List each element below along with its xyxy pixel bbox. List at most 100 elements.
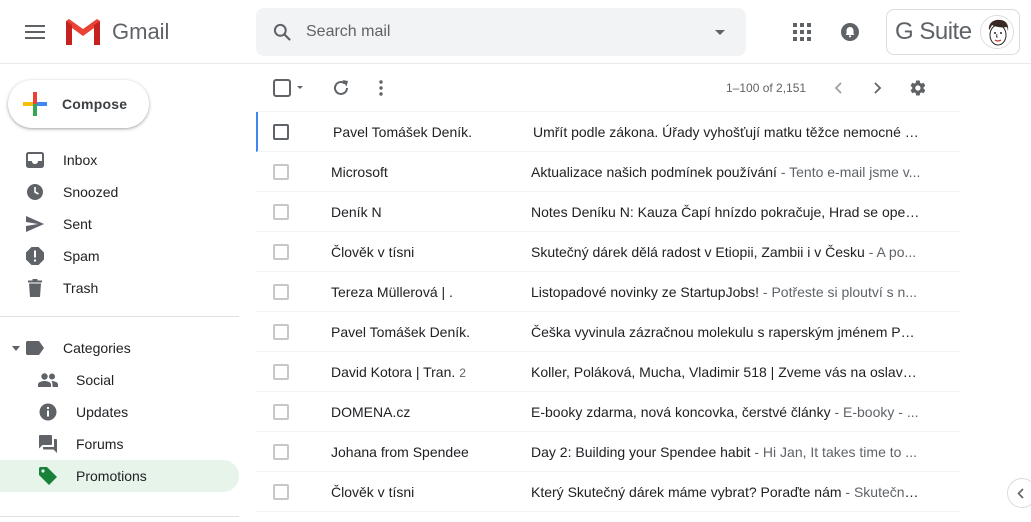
tag-icon — [39, 467, 57, 485]
email-subject: Day 2: Building your Spendee habit — [531, 444, 751, 460]
row-checkbox[interactable] — [273, 124, 289, 140]
email-sender: Microsoft — [331, 164, 516, 180]
search-input[interactable] — [306, 23, 700, 41]
email-row[interactable]: Pavel Tomášek Deník. Umřít podle zákona.… — [256, 112, 960, 152]
email-sender: Člověk v tísni — [331, 244, 516, 260]
email-row[interactable]: Člověk v tísni Který Skutečný dárek máme… — [256, 472, 960, 512]
people-icon — [38, 373, 58, 387]
email-snippet: - Skutečný... — [841, 484, 921, 500]
sidebar-item-updates[interactable]: Updates — [0, 396, 239, 428]
email-row[interactable]: Tereza Müllerová | . Listopadové novinky… — [256, 272, 960, 312]
more-actions-button[interactable] — [361, 68, 401, 108]
email-preview: Aktualizace našich podmínek používání - … — [531, 164, 921, 180]
email-row[interactable]: DOMENA.cz E-booky zdarma, nová koncovka,… — [256, 392, 960, 432]
email-row[interactable]: Deník N Notes Deníku N: Kauza Čapí hnízd… — [256, 192, 960, 232]
row-checkbox[interactable] — [273, 484, 289, 500]
sidebar-item-sent[interactable]: Sent — [0, 208, 239, 240]
select-all-checkbox[interactable] — [268, 68, 308, 108]
sidebar-item-inbox[interactable]: Inbox — [0, 144, 239, 176]
gsuite-account-chip[interactable]: G Suite — [886, 9, 1020, 55]
user-avatar[interactable] — [980, 15, 1014, 49]
sender-name: Člověk v tísni — [331, 484, 415, 500]
gmail-logo[interactable]: Gmail — [64, 16, 169, 48]
side-panel-toggle[interactable] — [1007, 478, 1031, 508]
main-menu-button[interactable] — [15, 12, 55, 52]
gmail-m-icon — [66, 19, 100, 45]
email-sender: Tereza Müllerová | . — [331, 284, 516, 300]
email-sender: Člověk v tísni — [331, 484, 516, 500]
clock-icon — [27, 184, 43, 200]
tag-icon-wrap — [38, 466, 58, 486]
app-header: Gmail G Suite — [0, 0, 1031, 64]
email-row[interactable]: David Kotora | Tran. 2 Koller, Poláková, … — [256, 352, 960, 392]
row-checkbox[interactable] — [273, 284, 289, 300]
spam-icon-wrap — [25, 246, 45, 266]
more-vert-icon — [379, 80, 383, 96]
row-checkbox[interactable] — [273, 324, 289, 340]
google-apps-button[interactable] — [782, 12, 822, 52]
sidebar-item-snoozed[interactable]: Snoozed — [0, 176, 239, 208]
sidebar-item-label: Promotions — [76, 468, 147, 484]
forum-icon-wrap — [38, 434, 58, 454]
forum-icon — [39, 435, 57, 453]
email-row[interactable]: Microsoft Aktualizace našich podmínek po… — [256, 152, 960, 192]
email-preview: Umřít podle zákona. Úřady vyhošťují matk… — [533, 124, 923, 140]
sidebar-item-trash[interactable]: Trash — [0, 272, 239, 304]
hamburger-menu-icon — [25, 25, 45, 39]
compose-button[interactable]: Compose — [8, 80, 149, 128]
compose-label: Compose — [62, 96, 128, 112]
older-page-button[interactable] — [858, 68, 898, 108]
info-icon-wrap — [38, 402, 58, 422]
trash-icon — [28, 279, 42, 297]
search-button[interactable] — [258, 8, 306, 56]
email-row[interactable]: Pavel Tomášek Deník. Češka vyvinula zázr… — [256, 312, 960, 352]
search-bar[interactable] — [256, 8, 746, 56]
list-toolbar: 1–100 of 2,151 — [256, 64, 960, 112]
sidebar-item-forums[interactable]: Forums — [0, 428, 239, 460]
email-row[interactable]: Člověk v tísni Skutečný dárek dělá rados… — [256, 232, 960, 272]
email-sender: David Kotora | Tran. 2 — [331, 364, 516, 380]
row-checkbox[interactable] — [273, 364, 289, 380]
row-checkbox[interactable] — [273, 164, 289, 180]
sender-name: Johana from Spendee — [331, 444, 469, 460]
spam-icon — [26, 247, 44, 265]
pagination-text: 1–100 of 2,151 — [726, 81, 807, 95]
email-preview: E-booky zdarma, nová koncovka, čerstvé č… — [531, 404, 921, 420]
gsuite-logo-text: G Suite — [895, 18, 972, 45]
bell-icon — [841, 23, 859, 41]
checkbox-icon — [273, 79, 303, 97]
people-icon-wrap — [38, 370, 58, 390]
notifications-button[interactable] — [830, 12, 870, 52]
categories-toggle[interactable]: Categories — [0, 332, 239, 364]
sidebar-item-social[interactable]: Social — [0, 364, 239, 396]
label-icon-wrap — [25, 338, 45, 358]
email-preview: Který Skutečný dárek máme vybrat? Poraďt… — [531, 484, 921, 500]
email-subject: Který Skutečný dárek máme vybrat? Poraďt… — [531, 484, 842, 500]
email-sender: Deník N — [331, 204, 516, 220]
row-checkbox[interactable] — [273, 244, 289, 260]
compose-plus-icon — [23, 92, 47, 116]
send-icon — [26, 216, 44, 232]
sender-name: David Kotora | Tran. — [331, 364, 456, 380]
email-row[interactable]: Johana from Spendee Day 2: Building your… — [256, 432, 960, 472]
email-subject: E-booky zdarma, nová koncovka, čerstvé č… — [531, 404, 831, 420]
refresh-icon — [334, 80, 348, 95]
sidebar-item-spam[interactable]: Spam — [0, 240, 239, 272]
sidebar-item-promotions[interactable]: Promotions — [0, 460, 239, 492]
row-checkbox[interactable] — [273, 444, 289, 460]
sidebar-item-label: Forums — [76, 436, 124, 452]
sidebar-item-label: Updates — [76, 404, 129, 420]
row-checkbox[interactable] — [273, 404, 289, 420]
row-checkbox[interactable] — [273, 204, 289, 220]
caret-wrap — [8, 345, 24, 351]
newer-page-button[interactable] — [818, 68, 858, 108]
avatar-face-icon — [981, 16, 1013, 48]
search-options-button[interactable] — [700, 12, 740, 52]
refresh-button[interactable] — [321, 68, 361, 108]
email-sender: DOMENA.cz — [331, 404, 516, 420]
apps-grid-icon — [793, 23, 811, 41]
expand-caret-icon — [12, 345, 20, 351]
settings-button[interactable] — [898, 68, 938, 108]
clock-icon-wrap — [25, 182, 45, 202]
sidebar-item-label: Inbox — [63, 152, 98, 168]
